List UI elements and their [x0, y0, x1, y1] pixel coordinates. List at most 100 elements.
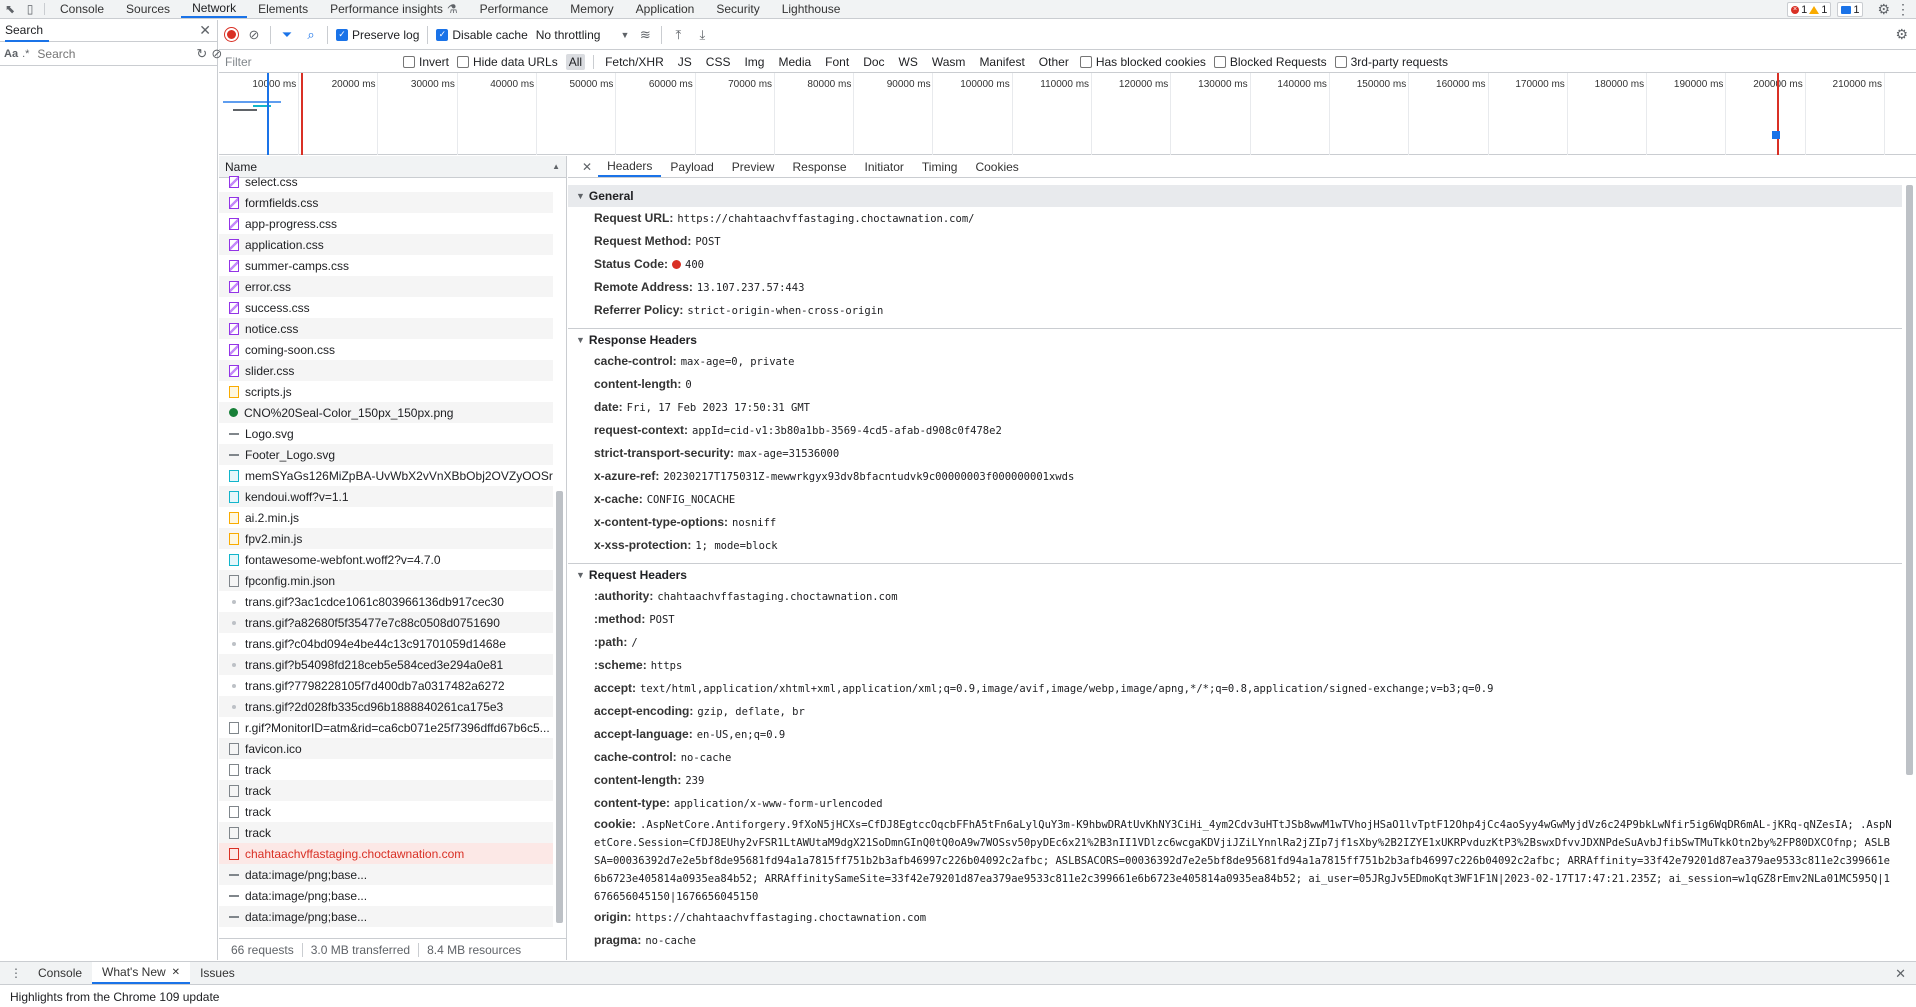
- clear-log-icon[interactable]: ⊘: [246, 27, 262, 43]
- tab-cookies[interactable]: Cookies: [966, 156, 1027, 177]
- tab-timing[interactable]: Timing: [913, 156, 967, 177]
- request-row[interactable]: fontawesome-webfont.woff2?v=4.7.0: [219, 549, 553, 570]
- request-row[interactable]: data:image/png;base...: [219, 885, 553, 906]
- tab-performance-insights[interactable]: Performance insights ⚗: [319, 0, 468, 18]
- tab-payload[interactable]: Payload: [661, 156, 722, 177]
- device-toolbar-icon[interactable]: ▯: [20, 0, 40, 18]
- scrollbar-thumb[interactable]: [1906, 185, 1913, 775]
- filter-type-css[interactable]: CSS: [703, 54, 734, 70]
- request-row[interactable]: chahtaachvffastaging.choctawnation.com: [219, 843, 553, 864]
- request-row[interactable]: r.gif?MonitorID=atm&rid=ca6cb071e25f7396…: [219, 717, 553, 738]
- response-headers-section-header[interactable]: ▼ Response Headers: [568, 328, 1902, 350]
- request-row[interactable]: formfields.css: [219, 192, 553, 213]
- request-row[interactable]: summer-camps.css: [219, 255, 553, 276]
- tab-preview[interactable]: Preview: [723, 156, 784, 177]
- hide-data-urls-checkbox[interactable]: Hide data URLs: [457, 55, 558, 69]
- search-icon[interactable]: ⌕: [303, 27, 319, 43]
- request-row[interactable]: error.css: [219, 276, 553, 297]
- request-row[interactable]: Footer_Logo.svg: [219, 444, 553, 465]
- filter-input[interactable]: Filter: [225, 55, 395, 69]
- request-row[interactable]: CNO%20Seal-Color_150px_150px.png: [219, 402, 553, 423]
- request-list-scrollbar[interactable]: [555, 179, 564, 935]
- close-details-icon[interactable]: ✕: [576, 156, 598, 177]
- request-row[interactable]: data:image/png;base...: [219, 864, 553, 885]
- filter-icon[interactable]: ⏷: [279, 27, 295, 43]
- issues-counter[interactable]: × 1 1: [1787, 2, 1832, 17]
- record-button[interactable]: [225, 28, 238, 41]
- close-tab-icon[interactable]: ✕: [172, 967, 180, 978]
- tab-sources[interactable]: Sources: [115, 0, 181, 18]
- tab-network[interactable]: Network: [181, 0, 248, 18]
- request-row[interactable]: track: [219, 780, 553, 801]
- inspect-element-icon[interactable]: ⬉: [0, 0, 20, 18]
- tab-elements[interactable]: Elements: [247, 0, 319, 18]
- filter-type-wasm[interactable]: Wasm: [929, 54, 969, 70]
- search-input[interactable]: [33, 44, 193, 63]
- request-row[interactable]: track: [219, 822, 553, 843]
- filter-type-font[interactable]: Font: [822, 54, 852, 70]
- request-row[interactable]: app-progress.css: [219, 213, 553, 234]
- import-har-icon[interactable]: ⤒: [670, 27, 686, 43]
- has-blocked-cookies-checkbox[interactable]: Has blocked cookies: [1079, 55, 1206, 69]
- request-row[interactable]: Logo.svg: [219, 423, 553, 444]
- filter-type-ws[interactable]: WS: [896, 54, 921, 70]
- disable-cache-checkbox[interactable]: ✓ Disable cache: [436, 28, 528, 42]
- tab-application[interactable]: Application: [625, 0, 706, 18]
- drawer-tab-whats-new[interactable]: What's New ✕: [92, 962, 191, 984]
- filter-type-manifest[interactable]: Manifest: [976, 54, 1027, 70]
- request-row[interactable]: fpv2.min.js: [219, 528, 553, 549]
- request-row[interactable]: track: [219, 759, 553, 780]
- request-row[interactable]: scripts.js: [219, 381, 553, 402]
- third-party-requests-checkbox[interactable]: 3rd-party requests: [1334, 55, 1448, 69]
- messages-counter[interactable]: 1: [1837, 2, 1864, 17]
- request-row[interactable]: application.css: [219, 234, 553, 255]
- filter-type-img[interactable]: Img: [741, 54, 767, 70]
- tab-response[interactable]: Response: [783, 156, 855, 177]
- invert-checkbox[interactable]: Invert: [403, 55, 449, 69]
- request-row[interactable]: trans.gif?3ac1cdce1061c803966136db917cec…: [219, 591, 553, 612]
- tab-initiator[interactable]: Initiator: [856, 156, 913, 177]
- match-case-toggle[interactable]: Aa: [4, 48, 18, 60]
- request-row[interactable]: trans.gif?a82680f5f35477e7c88c0508d07516…: [219, 612, 553, 633]
- regex-toggle[interactable]: .*: [22, 48, 29, 60]
- network-conditions-icon[interactable]: ≋: [637, 27, 653, 43]
- refresh-icon[interactable]: ↻: [196, 46, 207, 62]
- preserve-log-checkbox[interactable]: ✓ Preserve log: [336, 28, 419, 42]
- request-row[interactable]: memSYaGs126MiZpBA-UvWbX2vVnXBbObj2OVZyOO…: [219, 465, 553, 486]
- request-row[interactable]: trans.gif?2d028fb335cd96b1888840261ca175…: [219, 696, 553, 717]
- filter-type-all[interactable]: All: [565, 53, 586, 70]
- request-row[interactable]: trans.gif?b54098fd218ceb5e584ced3e294a0e…: [219, 654, 553, 675]
- filter-type-doc[interactable]: Doc: [860, 54, 887, 70]
- request-row[interactable]: slider.css: [219, 360, 553, 381]
- request-row[interactable]: trans.gif?7798228105f7d400db7a0317482a62…: [219, 675, 553, 696]
- export-har-icon[interactable]: ⤓: [694, 27, 710, 43]
- close-search-icon[interactable]: ✕: [199, 22, 211, 39]
- request-row[interactable]: success.css: [219, 297, 553, 318]
- filter-type-media[interactable]: Media: [775, 54, 814, 70]
- settings-gear-icon[interactable]: ⚙: [1877, 1, 1890, 18]
- tab-security[interactable]: Security: [705, 0, 770, 18]
- tab-console[interactable]: Console: [49, 0, 115, 18]
- general-section-header[interactable]: ▼ General: [568, 185, 1902, 207]
- network-overview-timeline[interactable]: 10000 ms 20000 ms 30000 ms 40000 ms 50000 ms…: [219, 73, 1916, 155]
- drawer-tab-console[interactable]: Console: [28, 962, 92, 984]
- close-drawer-icon[interactable]: ✕: [1895, 966, 1906, 982]
- request-row[interactable]: kendoui.woff?v=1.1: [219, 486, 553, 507]
- tab-lighthouse[interactable]: Lighthouse: [771, 0, 852, 18]
- tab-headers[interactable]: Headers: [598, 156, 662, 177]
- filter-type-fetch-xhr[interactable]: Fetch/XHR: [602, 54, 667, 70]
- request-row[interactable]: notice.css: [219, 318, 553, 339]
- request-row[interactable]: coming-soon.css: [219, 339, 553, 360]
- request-row[interactable]: trans.gif?c04bd094e4be44c13c91701059d146…: [219, 633, 553, 654]
- filter-type-other[interactable]: Other: [1036, 54, 1072, 70]
- drawer-menu-icon[interactable]: ⋮: [4, 962, 28, 984]
- scrollbar-thumb[interactable]: [556, 491, 563, 923]
- more-options-icon[interactable]: ⋮: [1896, 1, 1910, 18]
- tab-memory[interactable]: Memory: [559, 0, 624, 18]
- blocked-requests-checkbox[interactable]: Blocked Requests: [1213, 55, 1327, 69]
- request-row[interactable]: ai.2.min.js: [219, 507, 553, 528]
- request-row[interactable]: favicon.ico: [219, 738, 553, 759]
- network-settings-icon[interactable]: ⚙: [1895, 26, 1908, 43]
- request-headers-section-header[interactable]: ▼ Request Headers: [568, 563, 1902, 585]
- request-row[interactable]: select.css: [219, 171, 553, 192]
